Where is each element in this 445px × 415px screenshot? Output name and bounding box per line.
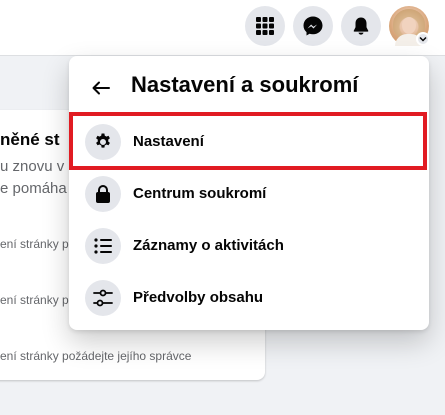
background-text-line: e pomáha [0,180,67,197]
background-card-title: něné st [0,130,60,149]
background-row: ení stránky požádejte jejího správce [0,349,192,363]
notifications-bell-icon [353,17,369,35]
menu-item-label: Centrum soukromí [133,185,267,202]
background-row: ení stránky p [0,237,69,251]
list-icon [94,238,112,254]
menu-button[interactable] [245,6,285,46]
menu-item-label: Předvolby obsahu [133,289,264,306]
lock-icon [96,185,110,203]
dropdown-header: Nastavení a soukromí [69,56,429,112]
menu-item-icon-wrap [85,280,121,316]
background-text-line: u znovu v [0,158,65,175]
menu-item-icon-wrap [85,176,121,212]
chevron-down-icon [419,36,427,42]
messenger-icon [303,16,323,36]
menu-item-icon-wrap [85,228,121,264]
notifications-button[interactable] [341,6,381,46]
menu-item-content-preferences[interactable]: Předvolby obsahu [69,272,429,324]
settings-privacy-dropdown: Nastavení a soukromí Nastavení Centrum s… [69,56,429,330]
sliders-icon [93,289,113,307]
menu-item-activity-log[interactable]: Záznamy o aktivitách [69,220,429,272]
back-button[interactable] [83,70,119,106]
avatar-face [402,17,416,34]
menu-grid-icon [256,17,274,35]
background-row: ení stránky p [0,293,69,307]
arrow-left-icon [92,81,110,95]
menu-item-privacy-center[interactable]: Centrum soukromí [69,168,429,220]
menu-item-label: Záznamy o aktivitách [133,237,284,254]
account-menu-chevron[interactable] [416,32,430,46]
top-navigation-bar [0,0,445,56]
dropdown-title: Nastavení a soukromí [131,72,359,97]
selection-highlight [69,112,427,170]
messenger-button[interactable] [293,6,333,46]
